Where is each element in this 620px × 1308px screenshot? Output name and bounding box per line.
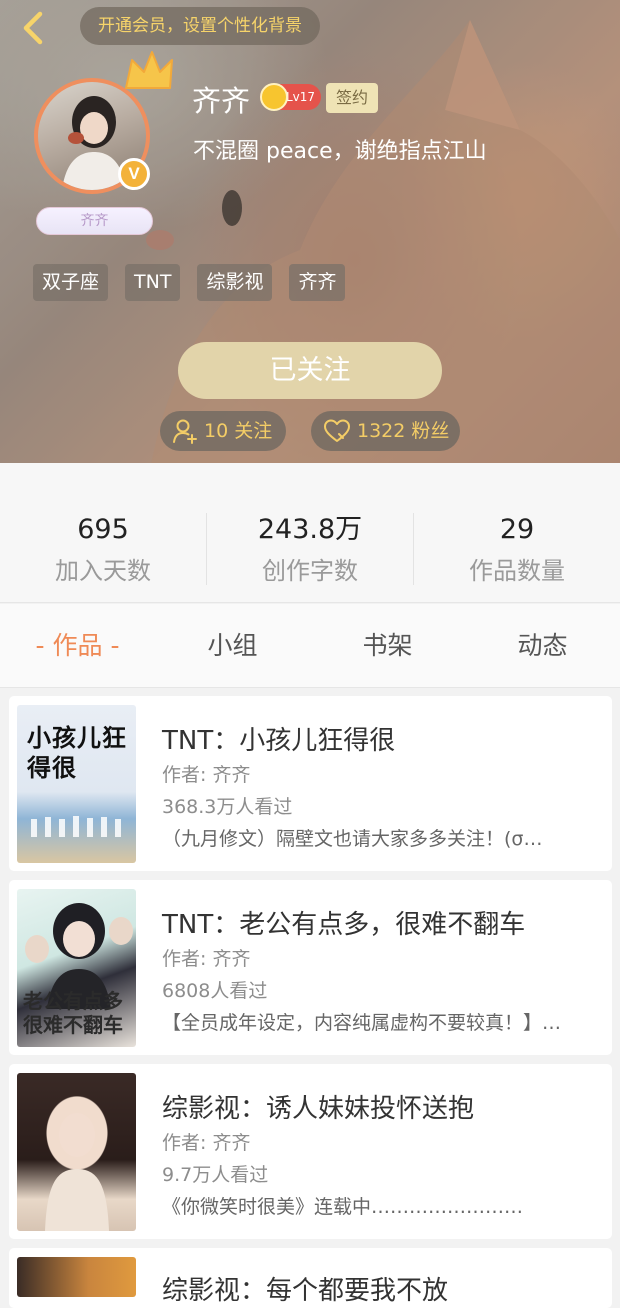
work-views: 6808人看过 (162, 980, 268, 1002)
stat-value: 29 (499, 514, 535, 545)
work-views: 368.3万人看过 (162, 796, 293, 818)
tag-zongyingshi[interactable]: 综影视 (197, 264, 273, 301)
following-count: 10 关注 (204, 420, 273, 442)
work-author: 作者: 齐齐 (162, 764, 251, 786)
profile-tabs: - 作品 - 小组 书架 动态 (0, 604, 620, 688)
stat-label: 作品数量 (469, 557, 565, 585)
heart-icon (324, 419, 350, 442)
work-card[interactable]: 小孩儿狂得很 TNT：小孩儿狂得很 作者: 齐齐 368.3万人看过 （九月修文… (9, 696, 612, 871)
user-bio: 不混圈 peace，谢绝指点江山 (193, 139, 487, 164)
following-count-button[interactable]: 10 关注 (160, 411, 286, 451)
level-crown-icon (260, 83, 288, 111)
work-author: 作者: 齐齐 (162, 948, 251, 970)
stat-join-days: 695 加入天数 (0, 513, 206, 586)
cover-title-text: 小孩儿狂得很 (27, 723, 127, 782)
work-cover-image: 小孩儿狂得很 (17, 705, 136, 863)
fans-count-button[interactable]: 1322 粉丝 (311, 411, 460, 451)
stat-label: 加入天数 (55, 557, 151, 585)
cover-art (45, 1113, 109, 1231)
crown-icon (125, 51, 173, 89)
level-text: Lv17 (286, 90, 316, 104)
work-title: TNT：老公有点多，很难不翻车 (162, 910, 526, 940)
stat-word-count: 243.8万 创作字数 (207, 513, 413, 586)
followed-button[interactable]: 已关注 (178, 342, 442, 399)
stat-works-count: 29 作品数量 (414, 513, 620, 586)
tag-zodiac[interactable]: 双子座 (33, 264, 109, 301)
tab-activity[interactable]: 动态 (465, 604, 620, 688)
cover-figures (31, 816, 121, 837)
stat-value: 695 (77, 514, 129, 545)
tab-bookshelf[interactable]: 书架 (310, 604, 465, 688)
fans-count: 1322 粉丝 (357, 420, 450, 442)
work-title: TNT：小孩儿狂得很 (162, 726, 396, 756)
tab-groups[interactable]: 小组 (155, 604, 310, 688)
profile-stats: 695 加入天数 243.8万 创作字数 29 作品数量 (0, 463, 620, 603)
tab-works[interactable]: - 作品 - (0, 604, 155, 688)
tag-qiqi[interactable]: 齐齐 (289, 264, 346, 301)
add-user-icon (173, 419, 197, 444)
avatar-name-tag: 齐齐 (36, 207, 153, 235)
user-tags: 双子座 TNT 综影视 齐齐 (33, 264, 346, 301)
work-card[interactable]: 综影视：诱人妹妹投怀送抱 作者: 齐齐 9.7万人看过 《你微笑时很美》连载中…… (9, 1064, 612, 1239)
work-cover-image: 老公有点多很难不翻车 (17, 889, 136, 1047)
work-author: 作者: 齐齐 (162, 1132, 251, 1154)
work-views: 9.7万人看过 (162, 1164, 269, 1186)
work-intro: （九月修文）隔壁文也请大家多多关注！(σ… (162, 828, 543, 850)
work-cover-image (17, 1073, 136, 1231)
work-title: 综影视：诱人妹妹投怀送抱 (162, 1094, 475, 1124)
cover-title-text: 老公有点多很难不翻车 (23, 989, 123, 1037)
level-badge: Lv17 (260, 83, 322, 111)
username: 齐齐 (192, 84, 251, 118)
stat-label: 创作字数 (262, 557, 358, 585)
verified-v-icon: V (118, 158, 150, 190)
profile-header: 开通会员，设置个性化背景 V 齐齐 齐齐 Lv17 签约 不混圈 peace，谢… (0, 0, 620, 463)
work-card[interactable]: 综影视：每个都要我不放 (9, 1248, 612, 1308)
work-intro: 【全员成年设定，内容纯属虚构不要较真！】… (162, 1012, 562, 1034)
avatar-container[interactable]: V (34, 51, 173, 194)
work-intro: 《你微笑时很美》连载中…………………… (162, 1196, 524, 1218)
stat-value: 243.8万 (257, 514, 363, 545)
vip-background-prompt[interactable]: 开通会员，设置个性化背景 (80, 7, 320, 45)
tag-tnt[interactable]: TNT (125, 264, 181, 301)
signed-badge: 签约 (326, 83, 378, 113)
work-title: 综影视：每个都要我不放 (162, 1276, 449, 1306)
back-arrow-icon[interactable] (14, 8, 54, 48)
work-card[interactable]: 老公有点多很难不翻车 TNT：老公有点多，很难不翻车 作者: 齐齐 6808人看… (9, 880, 612, 1055)
work-cover-image (17, 1257, 136, 1297)
